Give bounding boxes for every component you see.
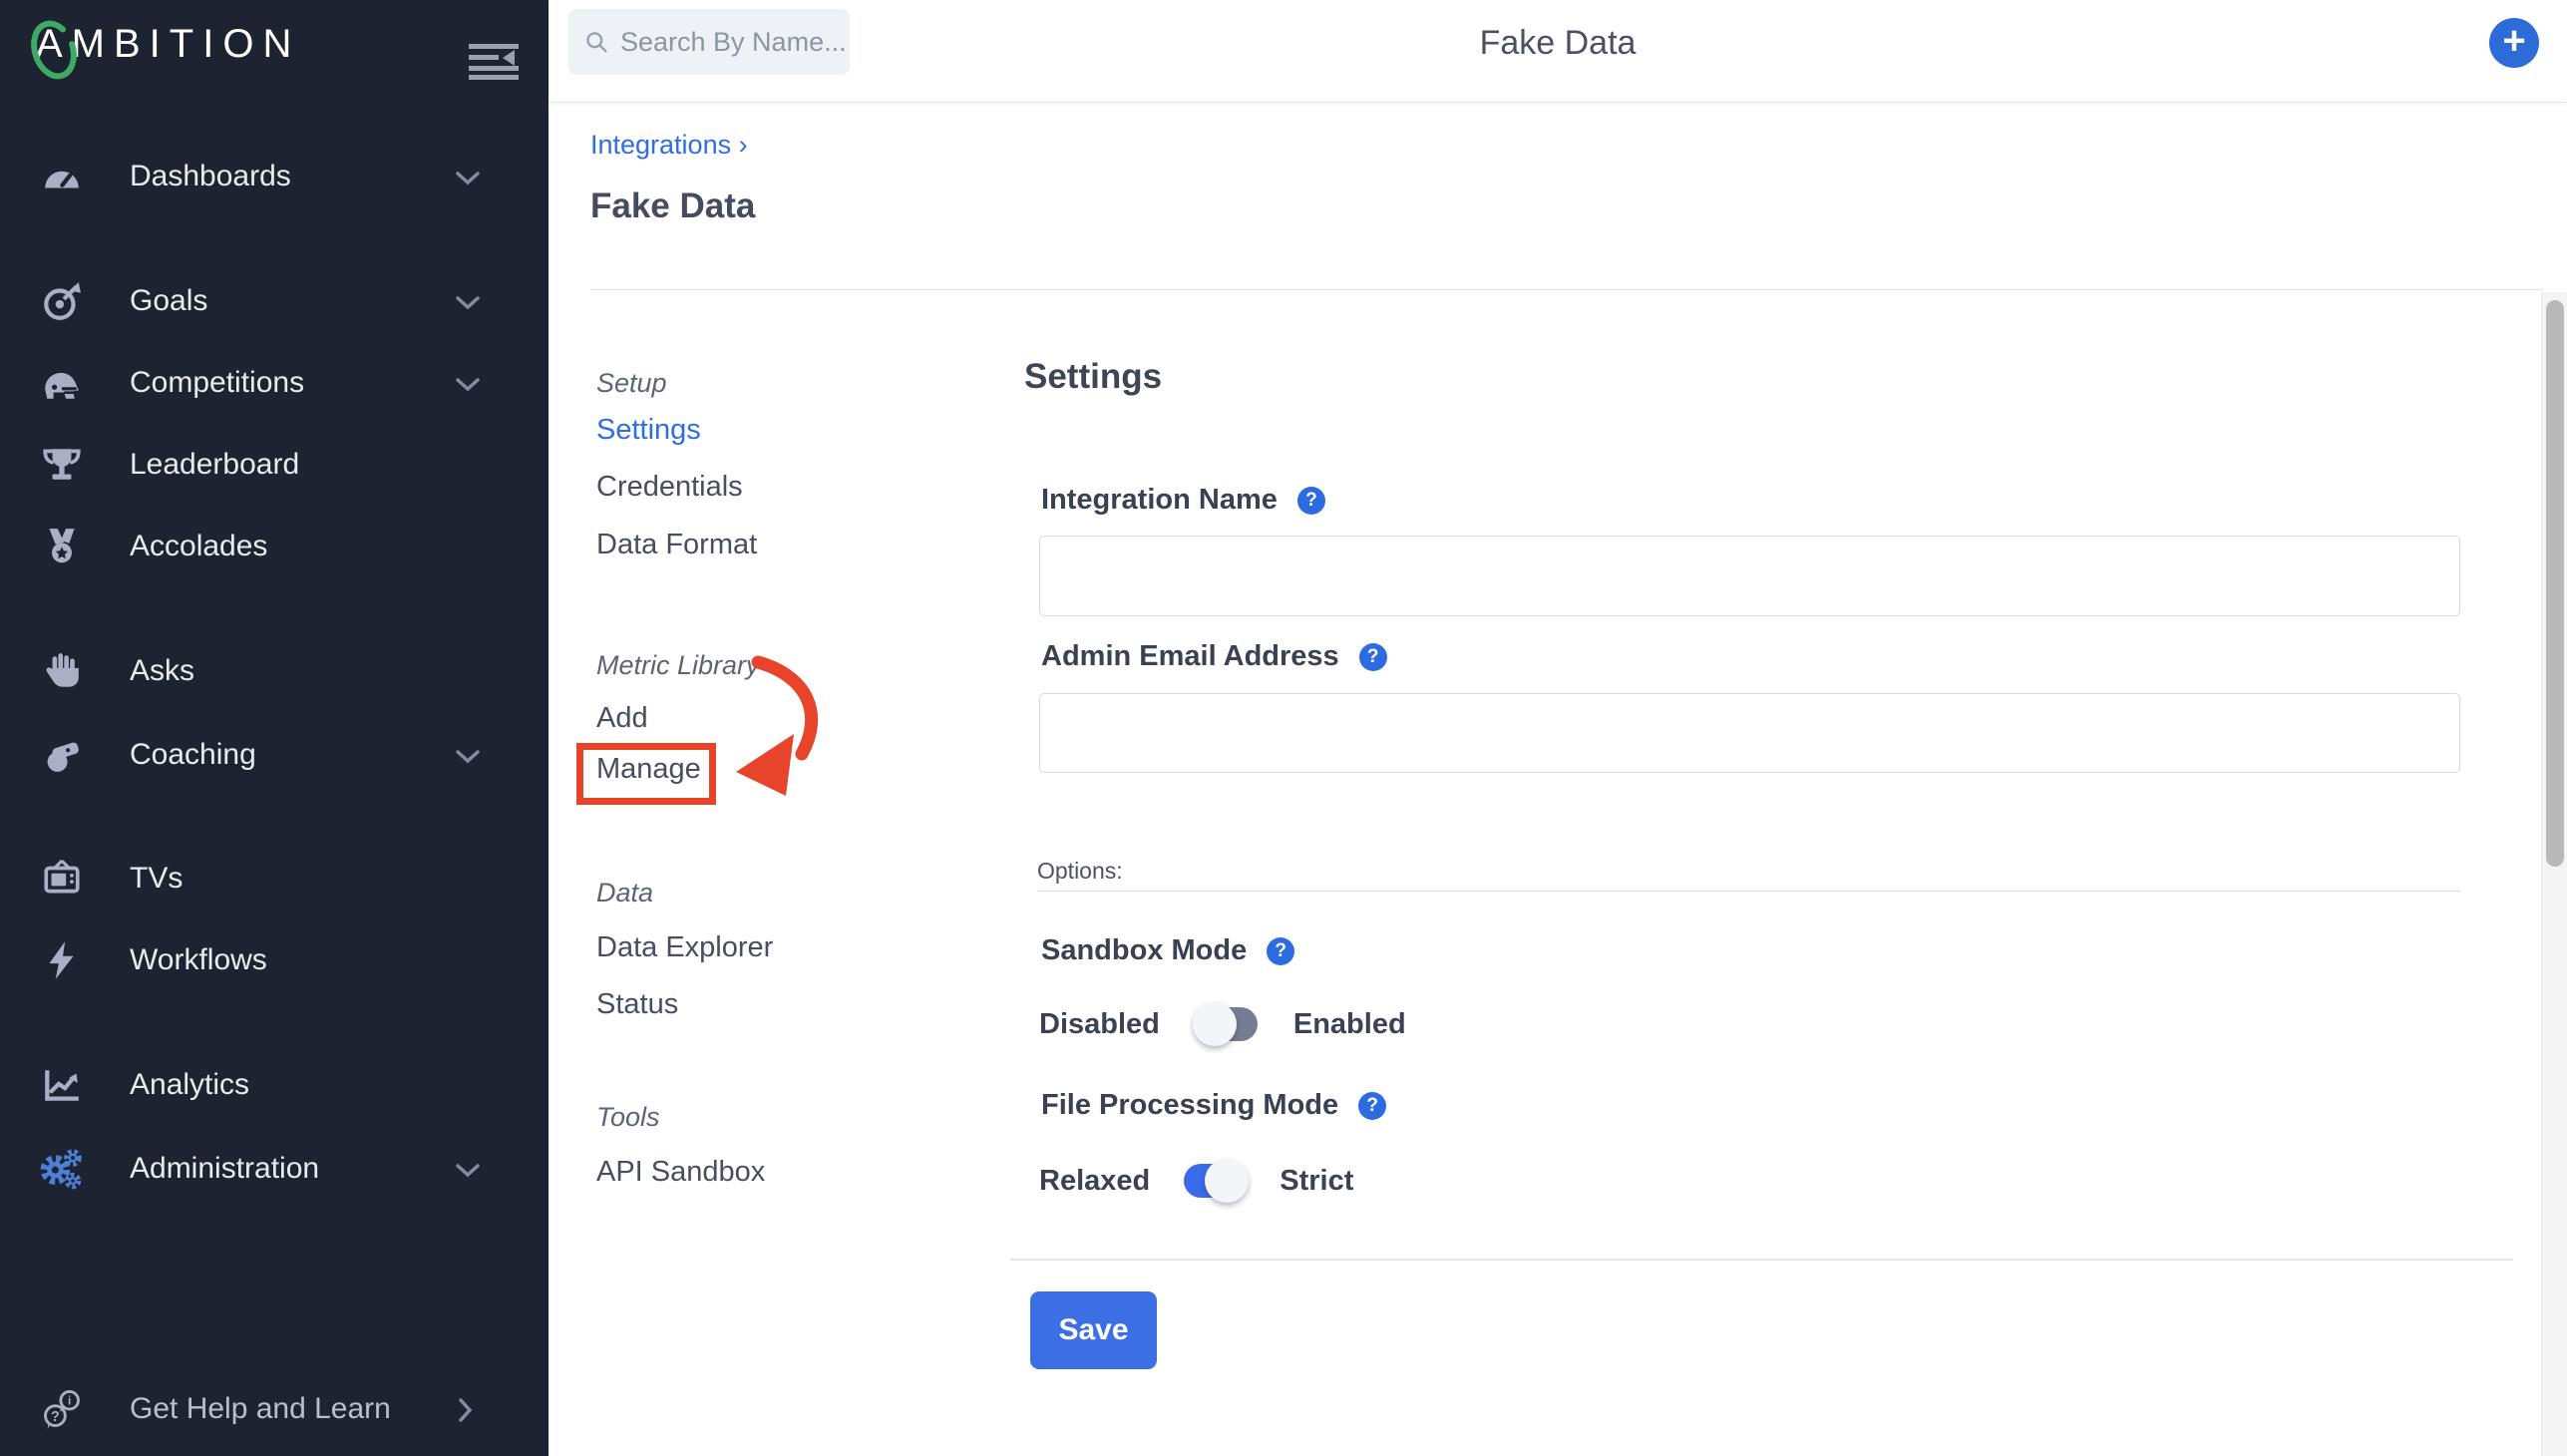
sidebar-item-competitions[interactable]: Competitions	[0, 353, 549, 413]
chevron-down-icon	[455, 171, 481, 186]
svg-text:?: ?	[51, 1409, 60, 1425]
sandbox-mode-toggle[interactable]	[1196, 1007, 1258, 1041]
help-icon[interactable]: ?	[1359, 643, 1387, 671]
topbar: Fake Data +	[549, 0, 2567, 103]
divider	[1010, 1259, 2513, 1261]
svg-text:i: i	[68, 1394, 71, 1408]
chevron-down-icon	[455, 295, 481, 311]
divider	[590, 289, 2543, 290]
topbar-page-title: Fake Data	[1480, 24, 1637, 63]
admin-email-input[interactable]	[1039, 693, 2460, 773]
chart-icon	[40, 1063, 84, 1107]
subnav-item-api-sandbox[interactable]: API Sandbox	[596, 1156, 765, 1189]
save-button[interactable]: Save	[1030, 1291, 1157, 1369]
sidebar-item-tvs[interactable]: TVs	[0, 849, 549, 909]
subnav-item-status[interactable]: Status	[596, 988, 678, 1021]
integration-name-input[interactable]	[1039, 536, 2460, 616]
scrollbar-thumb[interactable]	[2546, 300, 2564, 867]
help-icon[interactable]: ?	[1267, 937, 1294, 965]
subnav-item-data-format[interactable]: Data Format	[596, 529, 757, 561]
help-icon[interactable]: ?	[1297, 487, 1325, 515]
target-icon	[40, 279, 84, 323]
bolt-icon	[40, 938, 84, 982]
sandbox-mode-label: Sandbox Mode ?	[1041, 934, 1294, 967]
scrollbar-track[interactable]	[2541, 292, 2567, 1456]
help-bubbles-icon: i?	[40, 1387, 84, 1431]
sidebar-item-accolades[interactable]: Accolades	[0, 517, 549, 576]
helmet-icon	[40, 361, 84, 405]
breadcrumb[interactable]: Integrations ›	[590, 130, 748, 161]
sandbox-mode-row: Disabled Enabled	[1039, 1001, 1406, 1047]
ambition-logo[interactable]: AMBITION	[36, 22, 300, 67]
sidebar-collapse-icon[interactable]	[467, 42, 521, 80]
medal-icon	[40, 525, 84, 568]
file-processing-mode-toggle[interactable]	[1184, 1164, 1246, 1198]
integration-name-label: Integration Name ?	[1041, 484, 1325, 517]
sidebar-item-administration[interactable]: Administration	[0, 1139, 549, 1199]
file-processing-mode-row: Relaxed Strict	[1039, 1158, 1353, 1204]
sidebar: AMBITION Dashboards Goals Competitions	[0, 0, 549, 1456]
sidebar-item-coaching[interactable]: Coaching	[0, 725, 549, 785]
hand-icon	[40, 649, 84, 693]
file-processing-mode-label: File Processing Mode ?	[1041, 1089, 1386, 1122]
subnav-heading-tools: Tools	[596, 1102, 660, 1133]
sidebar-item-analytics[interactable]: Analytics	[0, 1055, 549, 1115]
subnav-item-settings[interactable]: Settings	[596, 414, 701, 447]
chevron-right-icon	[457, 1397, 475, 1423]
sidebar-item-leaderboard[interactable]: Leaderboard	[0, 435, 549, 495]
subnav-item-data-explorer[interactable]: Data Explorer	[596, 931, 773, 964]
options-label: Options:	[1037, 858, 1123, 885]
help-icon[interactable]: ?	[1358, 1092, 1386, 1120]
sidebar-item-get-help[interactable]: i? Get Help and Learn	[0, 1379, 549, 1439]
toggle-on-label: Strict	[1280, 1165, 1353, 1198]
annotation-arrow	[728, 648, 848, 808]
subnav-item-add[interactable]: Add	[596, 702, 648, 735]
subnav-heading-setup: Setup	[596, 368, 667, 399]
page-title: Fake Data	[590, 186, 755, 226]
toggle-knob	[1205, 1159, 1249, 1203]
add-button[interactable]: +	[2489, 18, 2539, 68]
gears-icon	[40, 1147, 84, 1191]
subnav-heading-data: Data	[596, 878, 653, 909]
annotation-highlight-box	[576, 743, 716, 805]
toggle-on-label: Enabled	[1293, 1008, 1406, 1041]
toggle-off-label: Disabled	[1039, 1008, 1160, 1041]
admin-email-label: Admin Email Address ?	[1041, 640, 1387, 673]
chevron-down-icon	[455, 377, 481, 393]
gauge-icon	[40, 155, 84, 198]
chevron-down-icon	[455, 749, 481, 765]
search-input[interactable]	[620, 27, 850, 58]
toggle-knob	[1193, 1002, 1237, 1046]
toggle-off-label: Relaxed	[1039, 1165, 1150, 1198]
main-content: Integrations › Fake Data Setup Settings …	[549, 103, 2567, 1456]
settings-panel-title: Settings	[1024, 357, 1162, 397]
sidebar-item-dashboards[interactable]: Dashboards	[0, 147, 549, 206]
chevron-down-icon	[455, 1163, 481, 1179]
whistle-icon	[40, 733, 84, 777]
tv-icon	[40, 857, 84, 901]
trophy-icon	[40, 443, 84, 487]
sidebar-item-workflows[interactable]: Workflows	[0, 930, 549, 990]
sidebar-item-asks[interactable]: Asks	[0, 641, 549, 701]
sidebar-item-goals[interactable]: Goals	[0, 271, 549, 331]
search-box	[568, 9, 850, 75]
subnav-item-credentials[interactable]: Credentials	[596, 471, 743, 504]
divider	[1037, 891, 2460, 892]
search-icon	[584, 28, 608, 56]
